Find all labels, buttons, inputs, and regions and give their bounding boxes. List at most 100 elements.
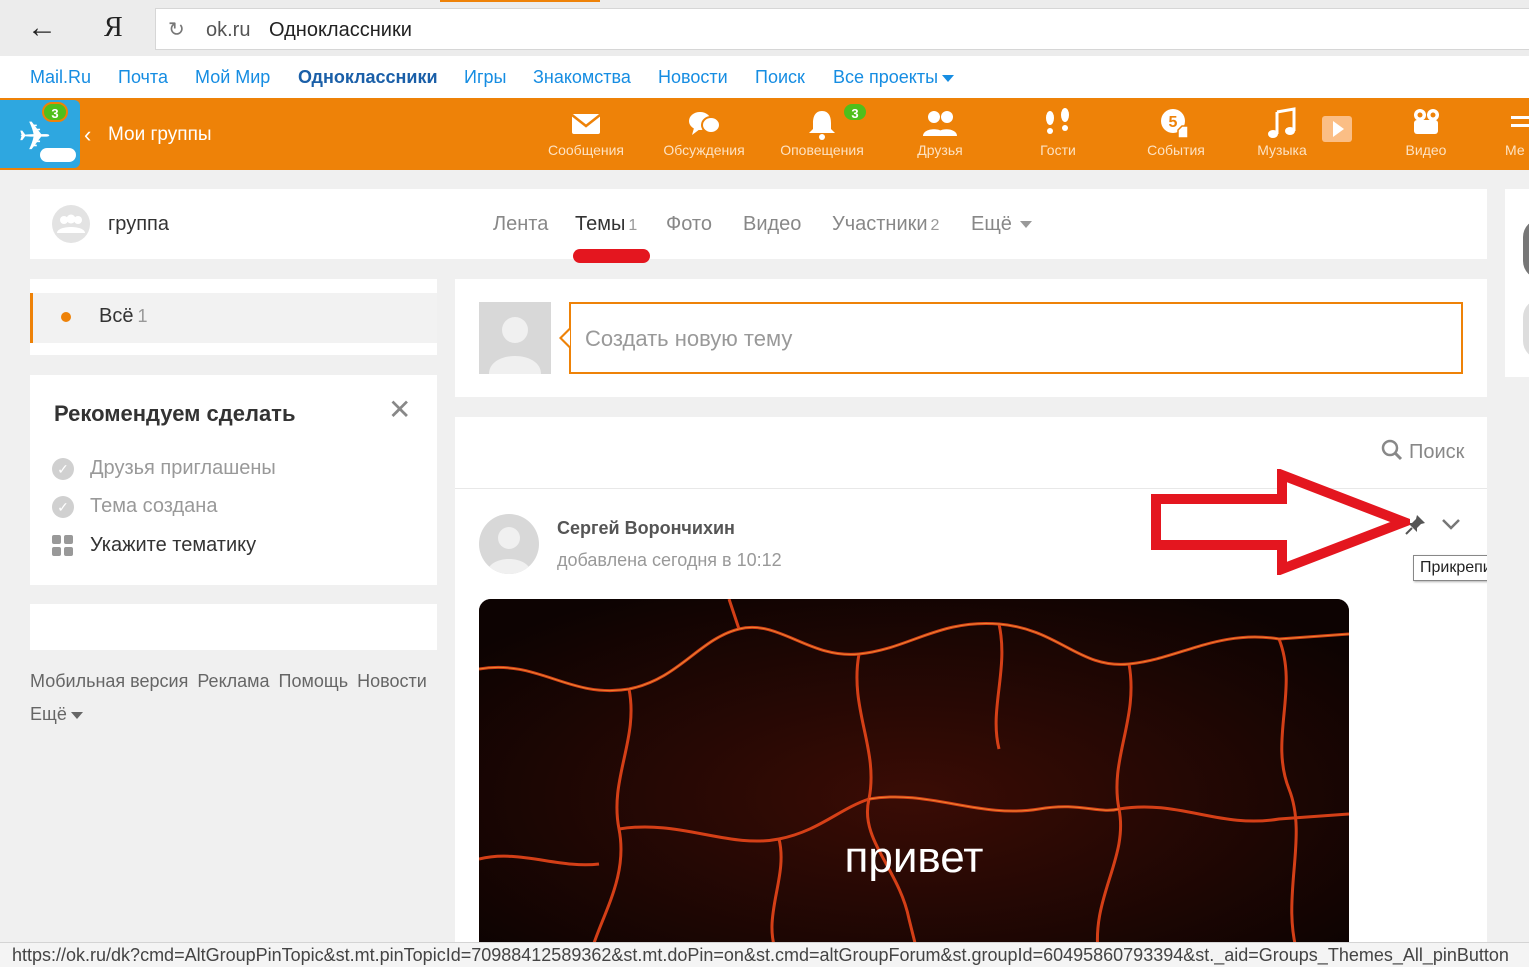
- footer-links: Мобильная версия Реклама Помощь Новости: [30, 671, 450, 692]
- compose-card: Создать новую тему: [455, 279, 1487, 397]
- tab-feed[interactable]: Лента: [493, 213, 548, 236]
- group-avatar[interactable]: [52, 205, 90, 243]
- chat-bubbles-icon: [649, 106, 759, 142]
- tab-count: 2: [930, 217, 940, 234]
- footer-link-mobile[interactable]: Мобильная версия: [30, 671, 188, 691]
- yandex-logo[interactable]: Я: [104, 12, 123, 44]
- post-image-text: привет: [844, 833, 984, 882]
- portal-link-search[interactable]: Поиск: [755, 67, 805, 88]
- footer-more[interactable]: Ещё: [30, 704, 83, 725]
- play-button[interactable]: [1315, 106, 1359, 166]
- topics-search[interactable]: Поиск: [1381, 439, 1464, 464]
- search-label: Поиск: [1409, 441, 1465, 463]
- checkmark-icon: ✓: [52, 495, 74, 518]
- group-name[interactable]: группа: [108, 213, 169, 236]
- group-header: группа Лента Темы 1 Фото Видео Участники 2…: [30, 189, 1487, 263]
- nav-more[interactable]: Ме: [1505, 106, 1529, 166]
- checkmark-icon: ✓: [52, 457, 74, 480]
- back-arrow-icon[interactable]: ←: [24, 10, 60, 46]
- nav-video[interactable]: Видео: [1371, 106, 1481, 166]
- nav-events[interactable]: 5 События: [1121, 106, 1231, 166]
- tab-label: Участники: [832, 213, 928, 235]
- nav-discussions[interactable]: Обсуждения: [649, 106, 759, 166]
- status-url: https://ok.ru/dk?cmd=AltGroupPinTopic&st…: [12, 945, 1509, 965]
- portal-link-mailru[interactable]: Mail.Ru: [30, 67, 91, 88]
- cloud-icon: [40, 148, 76, 162]
- close-icon[interactable]: ✕: [388, 395, 411, 425]
- user-silhouette-icon: [489, 317, 541, 374]
- menu-icon: [1505, 106, 1529, 142]
- recommend-card: Рекомендуем сделать ✕ ✓ Друзья приглашены…: [30, 375, 437, 585]
- pin-tooltip: Прикрепить: [1413, 555, 1487, 581]
- footprints-icon: [1003, 106, 1113, 142]
- footer-link-help[interactable]: Помощь: [279, 671, 349, 691]
- portal-link-all-projects[interactable]: Все проекты: [833, 67, 955, 88]
- svg-text:5: 5: [1169, 114, 1178, 131]
- recommend-item-label: Друзья приглашены: [90, 457, 276, 479]
- portal-link-mail[interactable]: Почта: [118, 67, 168, 88]
- nav-guests[interactable]: Гости: [1003, 106, 1113, 166]
- filter-label: Всё 1: [99, 305, 147, 328]
- nav-label: События: [1147, 142, 1205, 158]
- recommend-item: ✓ Друзья приглашены: [52, 457, 276, 480]
- search-icon: [1381, 439, 1403, 461]
- tab-members[interactable]: Участники 2: [832, 213, 939, 236]
- nav-messages[interactable]: Сообщения: [531, 106, 641, 166]
- tab-count: 1: [628, 217, 638, 234]
- caret-down-icon: [70, 711, 83, 719]
- address-bar[interactable]: ↻ ok.ru Одноклассники: [155, 8, 1529, 50]
- section-title[interactable]: Мои группы: [108, 124, 212, 146]
- active-tab-highlight: [573, 249, 650, 263]
- footer-link-ads[interactable]: Реклама: [197, 671, 269, 691]
- portal-link-games[interactable]: Игры: [464, 67, 506, 88]
- topic-filter: Всё 1: [30, 279, 437, 355]
- tab-video[interactable]: Видео: [743, 213, 801, 236]
- caret-down-icon: [942, 74, 955, 82]
- chevron-down-icon[interactable]: [1439, 513, 1463, 535]
- tab-label: Ещё: [971, 213, 1012, 235]
- nav-label: Обсуждения: [663, 142, 745, 158]
- filter-name: Всё: [99, 305, 134, 327]
- post-image[interactable]: привет: [479, 599, 1349, 947]
- browser-toolbar: ← Я ↻ ok.ru Одноклассники: [0, 0, 1529, 56]
- events-icon: 5: [1121, 106, 1231, 142]
- nav-friends[interactable]: Друзья: [885, 106, 995, 166]
- tab-more[interactable]: Ещё: [971, 213, 1032, 236]
- portal-link-mymir[interactable]: Мой Мир: [195, 67, 270, 88]
- empty-panel: [30, 604, 437, 650]
- group-people-icon: [57, 214, 85, 233]
- tab-topics[interactable]: Темы 1: [575, 213, 637, 236]
- filter-all[interactable]: Всё 1: [30, 293, 437, 343]
- chevron-left-icon[interactable]: ‹: [84, 122, 91, 148]
- right-sidebar-stub: [1505, 189, 1529, 377]
- notifications-badge: 3: [842, 102, 868, 122]
- post-date: добавлена сегодня в 10:12: [557, 550, 782, 570]
- browser-status-bar: https://ok.ru/dk?cmd=AltGroupPinTopic&st…: [0, 942, 1529, 967]
- address-domain: ok.ru: [206, 19, 251, 41]
- play-icon: [1315, 106, 1359, 142]
- avatar[interactable]: [479, 514, 539, 574]
- avatar[interactable]: [1523, 299, 1529, 359]
- tab-photo[interactable]: Фото: [666, 213, 712, 236]
- portal-link-dating[interactable]: Знакомства: [533, 67, 631, 88]
- recommend-item-topic[interactable]: Укажите тематику: [52, 534, 256, 557]
- user-silhouette-icon: [487, 527, 531, 574]
- new-topic-input[interactable]: Создать новую тему: [559, 302, 1463, 374]
- tab-label: Темы: [575, 213, 626, 235]
- ok-logo[interactable]: ✈: [0, 100, 80, 168]
- recommend-title: Рекомендуем сделать: [54, 401, 296, 426]
- post-author[interactable]: Сергей Ворончихин: [557, 518, 735, 539]
- portal-link-ok[interactable]: Одноклассники: [298, 67, 438, 88]
- grid-icon: [52, 534, 74, 557]
- tab-indicator: [440, 0, 600, 2]
- tab-label: Видео: [743, 213, 802, 235]
- nav-label: Друзья: [917, 142, 963, 158]
- portal-link-news[interactable]: Новости: [658, 67, 728, 88]
- nav-label: Оповещения: [780, 142, 864, 158]
- envelope-icon: [531, 106, 641, 142]
- address-page-title: Одноклассники: [269, 19, 412, 41]
- reload-icon[interactable]: ↻: [168, 17, 185, 42]
- nav-label: Сообщения: [548, 142, 624, 158]
- footer-link-news[interactable]: Новости: [357, 671, 427, 691]
- avatar[interactable]: [1523, 219, 1529, 279]
